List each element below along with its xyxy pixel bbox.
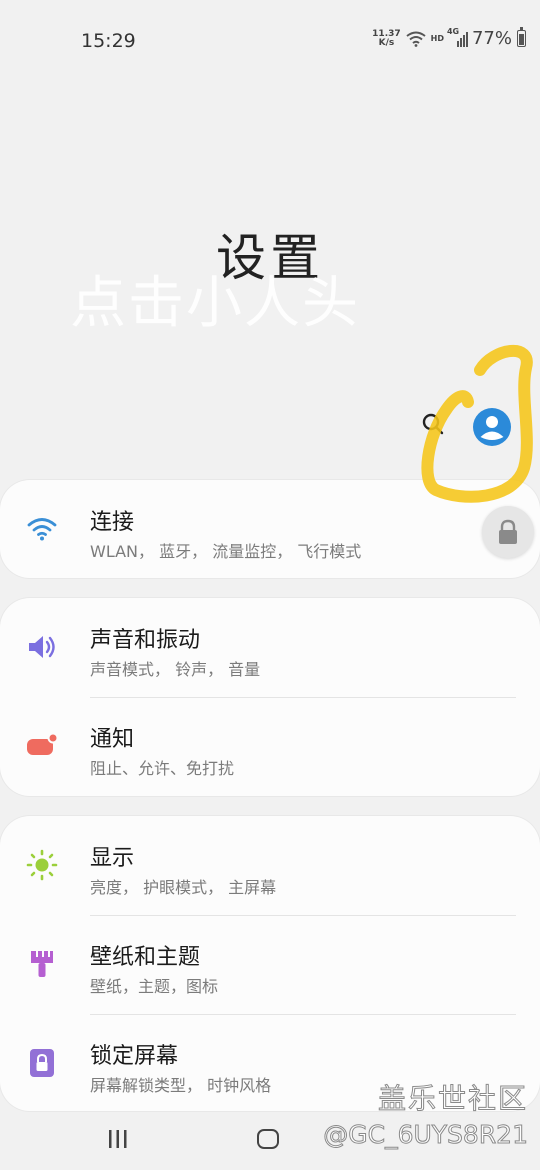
recent-apps-icon[interactable] xyxy=(108,1130,128,1148)
notification-icon xyxy=(27,732,58,755)
wifi-status-icon xyxy=(406,31,426,47)
settings-item-title: 声音和振动 xyxy=(90,628,201,653)
settings-item-subtitle: 壁纸，主题，图标 xyxy=(90,977,219,996)
status-time: 15:29 xyxy=(81,30,136,52)
settings-item-display[interactable]: 显示 亮度， 护眼模式， 主屏幕 xyxy=(0,816,540,915)
floating-lock-button[interactable] xyxy=(482,506,534,558)
settings-item-title: 锁定屏幕 xyxy=(90,1044,179,1069)
profile-icon[interactable] xyxy=(472,407,512,447)
watermark-user: @GC_6UYS8R21 xyxy=(323,1120,529,1150)
settings-item-title: 通知 xyxy=(90,727,135,752)
overlay-hint-text: 点击小人头 xyxy=(70,271,360,336)
settings-item-subtitle: 屏幕解锁类型， 时钟风格 xyxy=(90,1076,272,1095)
paint-brush-icon xyxy=(31,951,53,977)
signal-icon: 4G xyxy=(447,27,468,47)
divider xyxy=(90,697,516,698)
settings-item-wallpaper-themes[interactable]: 壁纸和主题 壁纸，主题，图标 xyxy=(0,915,540,1014)
battery-icon xyxy=(517,27,526,47)
settings-item-title: 显示 xyxy=(90,846,135,871)
status-indicators: 11.37 K/s HD 4G 77% xyxy=(372,27,526,49)
speaker-icon xyxy=(29,636,55,658)
battery-percent: 77% xyxy=(471,28,512,49)
watermark-site: 盖乐世社区 xyxy=(377,1082,528,1116)
divider xyxy=(90,915,516,916)
status-bar: 15:29 11.37 K/s HD 4G 77% xyxy=(0,0,540,80)
settings-group-display: 显示 亮度， 护眼模式， 主屏幕 壁纸和主题 壁纸，主题，图标 锁定屏幕 屏幕解… xyxy=(0,816,540,1111)
home-button-icon[interactable] xyxy=(257,1129,279,1149)
settings-group-connections: 连接 WLAN， 蓝牙， 流量监控， 飞行模式 xyxy=(0,480,540,578)
lock-icon xyxy=(30,1049,54,1077)
wifi-icon xyxy=(27,518,57,541)
padlock-icon xyxy=(499,519,517,544)
divider xyxy=(90,1014,516,1015)
network-speed: 11.37 K/s xyxy=(372,28,401,48)
brightness-icon xyxy=(26,849,58,881)
settings-item-title: 壁纸和主题 xyxy=(90,945,201,970)
settings-item-subtitle: WLAN， 蓝牙， 流量监控， 飞行模式 xyxy=(90,542,362,561)
search-icon[interactable] xyxy=(422,413,444,435)
settings-item-subtitle: 亮度， 护眼模式， 主屏幕 xyxy=(90,878,277,897)
settings-item-subtitle: 阻止、允许、免打扰 xyxy=(90,759,235,778)
settings-item-connections[interactable]: 连接 WLAN， 蓝牙， 流量监控， 飞行模式 xyxy=(0,480,540,579)
settings-item-subtitle: 声音模式， 铃声， 音量 xyxy=(90,660,261,679)
settings-item-sound[interactable]: 声音和振动 声音模式， 铃声， 音量 xyxy=(0,598,540,697)
settings-group-sound-notifications: 声音和振动 声音模式， 铃声， 音量 通知 阻止、允许、免打扰 xyxy=(0,598,540,796)
hd-badge: HD xyxy=(430,34,444,43)
settings-item-title: 连接 xyxy=(90,510,135,535)
settings-item-notifications[interactable]: 通知 阻止、允许、免打扰 xyxy=(0,697,540,796)
